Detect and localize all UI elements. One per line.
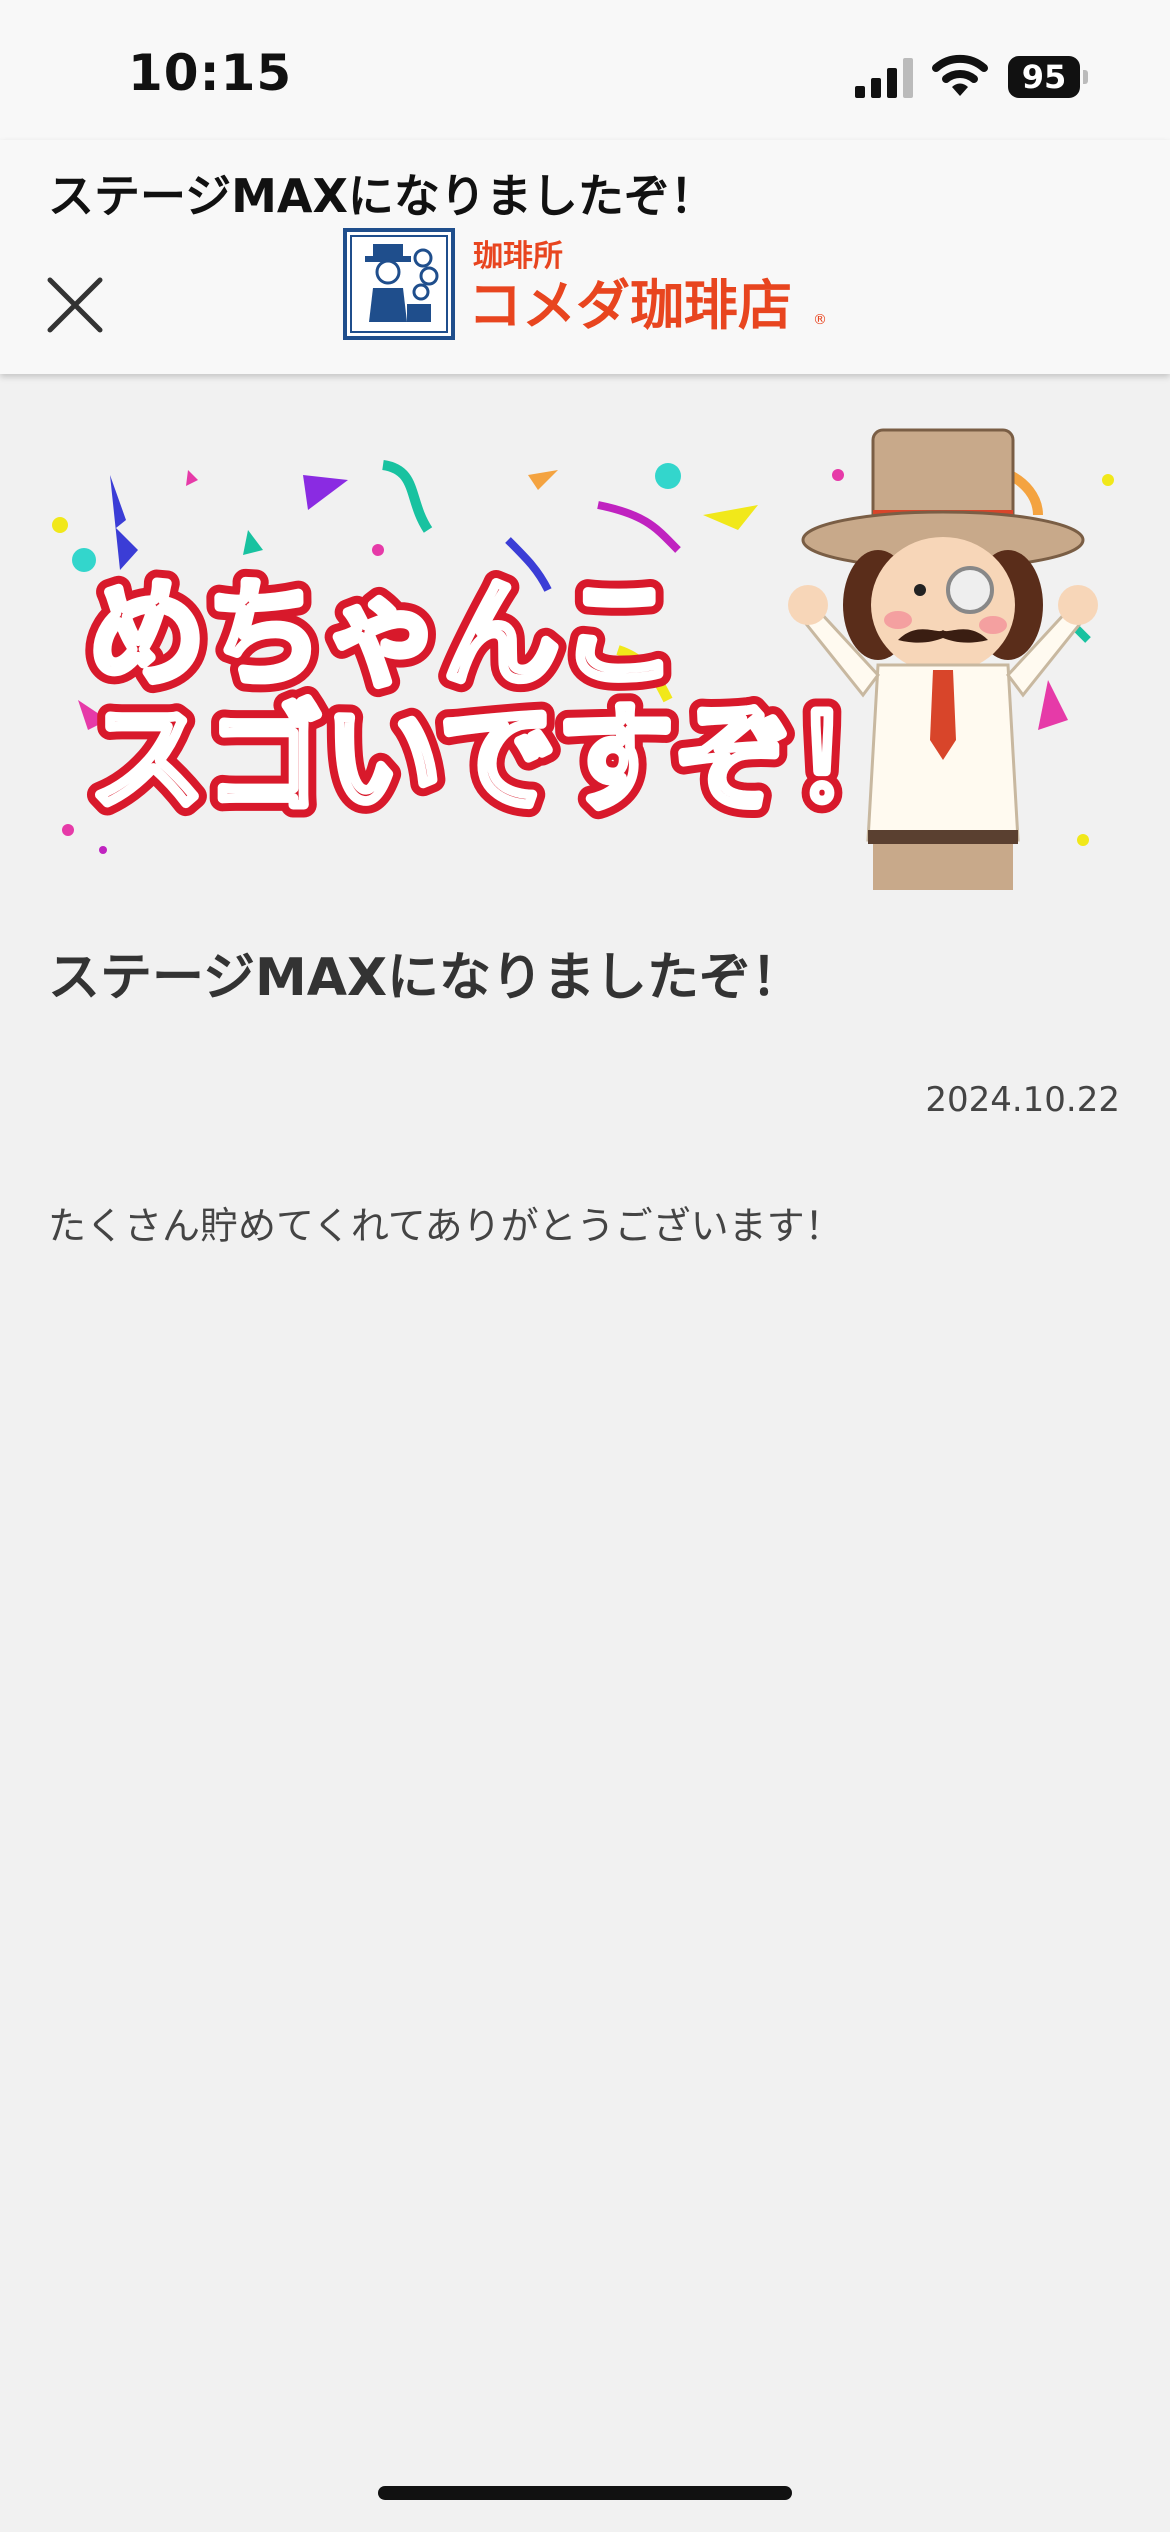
logo-main-text: コメダ珈琲店	[468, 274, 792, 337]
status-bar: 10:15 95	[0, 0, 1170, 140]
battery-level: 95	[1008, 56, 1080, 98]
banner-line2: スゴいですぞ！	[88, 690, 910, 828]
brand-logo: 珈琲所 コメダ珈琲店 ®	[343, 228, 827, 340]
banner-line1: めちゃんこ	[88, 565, 678, 703]
status-time: 10:15	[128, 44, 293, 102]
signal-icon	[855, 58, 913, 98]
wifi-icon	[932, 54, 988, 96]
article-title: ステージMAXになりましたぞ！	[48, 948, 804, 1008]
article-body: たくさん貯めてくれてありがとうございます！	[48, 1204, 843, 1248]
battery-icon: 95	[1008, 56, 1088, 98]
close-icon[interactable]	[40, 270, 110, 340]
article-date: 2024.10.22	[925, 1080, 1120, 1120]
page-header: ステージMAXになりましたぞ！ 珈琲所 コメダ珈琲店 ®	[0, 140, 1170, 374]
logo-registered-mark: ®	[813, 312, 827, 328]
page-title: ステージMAXになりましたぞ！	[48, 169, 716, 223]
home-indicator[interactable]	[378, 2486, 792, 2500]
logo-subtext: 珈琲所	[473, 239, 563, 274]
banner-headline: めちゃんこ めちゃんこ スゴいですぞ！ スゴいですぞ！	[77, 554, 921, 839]
celebration-banner: めちゃんこ めちゃんこ スゴいですぞ！ スゴいですぞ！	[52, 428, 1114, 890]
